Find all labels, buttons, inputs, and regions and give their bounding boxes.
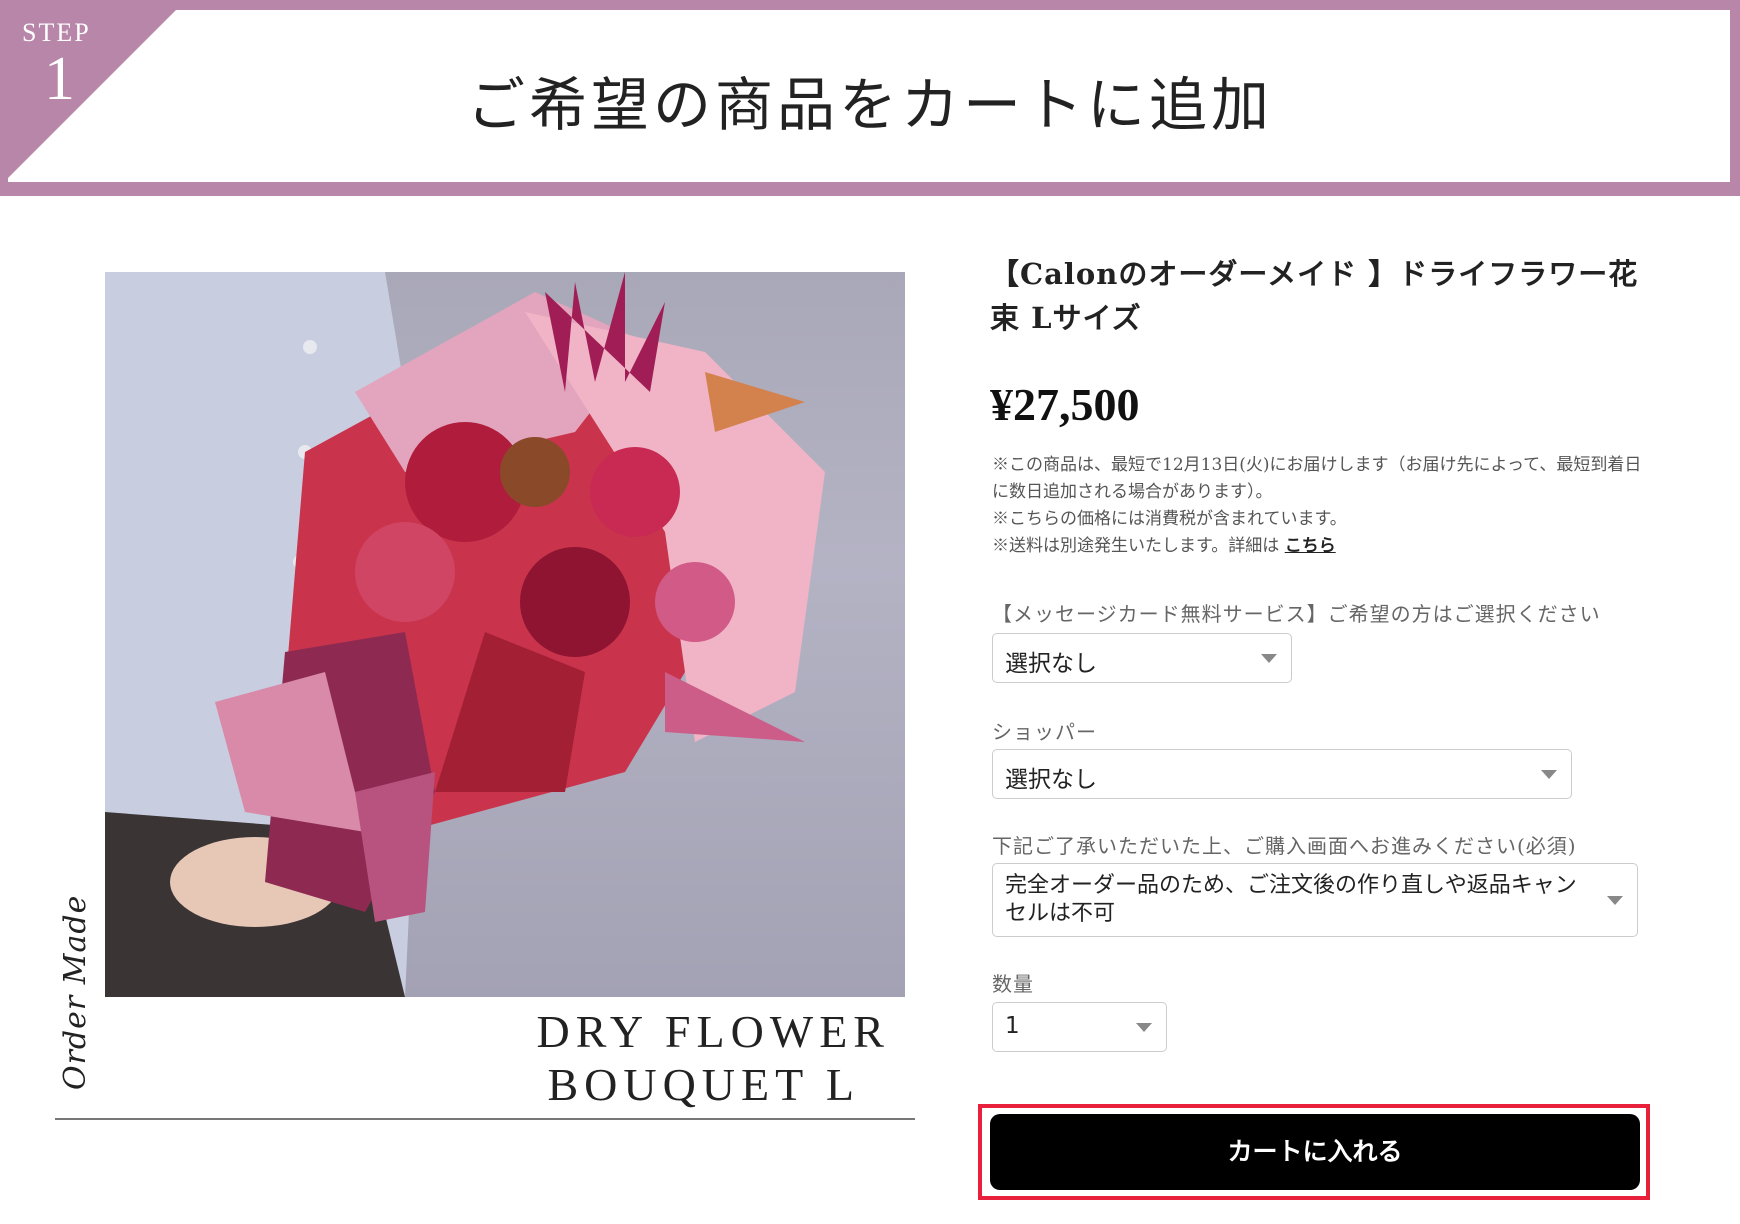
add-to-cart-button[interactable]: カートに入れる [990,1114,1640,1190]
protea [500,437,570,507]
chevron-down-icon [1136,1023,1152,1032]
caption-divider [55,1118,915,1120]
shipping-details-link[interactable]: こちら [1285,536,1336,556]
shopper-value: 選択なし [1005,767,1097,793]
step-title: ご希望の商品をカートに追加 [466,71,1273,139]
consent-value: 完全オーダー品のため、ご注文後の作り直しや返品キャンセルは不可 [1005,873,1577,926]
note-tax: ※こちらの価格には消費税が含まれています。 [992,509,1347,529]
quantity-label: 数量 [992,972,1034,996]
chevron-down-icon [1607,896,1623,905]
note-delivery: ※この商品は、最短で12月13日(火)にお届けします（お届け先によって、最短到着… [992,455,1642,502]
bouquet-illustration [105,272,825,997]
shirt-button [303,340,317,354]
quantity-select[interactable]: 1 [992,1002,1167,1052]
step-banner: STEP 1 ご希望の商品をカートに追加 [0,0,1740,196]
note-shipping-text: ※送料は別途発生いたします。詳細は [992,536,1285,556]
chevron-down-icon [1261,654,1277,663]
chevron-down-icon [1541,770,1557,779]
message-card-value: 選択なし [1005,651,1097,677]
product-price: ¥27,500 [990,379,1140,430]
product-title: 【Calonのオーダーメイド 】ドライフラワー花束 Lサイズ [990,257,1639,335]
consent-select[interactable]: 完全オーダー品のため、ご注文後の作り直しや返品キャンセルは不可 [992,863,1638,937]
product-image [105,272,905,997]
caption-order-made: Order Made [58,894,93,1090]
rose [520,547,630,657]
consent-label: 下記ご了承いただいた上、ご購入画面へお進みください(必須) [992,834,1577,858]
message-card-label: 【メッセージカード無料サービス】ご希望の方はご選択ください [992,602,1601,626]
message-card-select[interactable]: 選択なし [992,633,1292,683]
quantity-value: 1 [1005,1013,1020,1039]
shopper-label: ショッパー [992,720,1097,744]
caption-dry-flower: DRY FLOWER [536,1006,890,1057]
shopper-select[interactable]: 選択なし [992,749,1572,799]
flower-cluster [590,447,680,537]
flower-cluster [655,562,735,642]
note-shipping: ※送料は別途発生いたします。詳細は こちら [992,533,1642,560]
product-notes: ※この商品は、最短で12月13日(火)にお届けします（お届け先によって、最短到着… [992,452,1642,560]
hydrangea [355,522,455,622]
caption-bouquet-l: BOUQUET L [547,1059,860,1110]
